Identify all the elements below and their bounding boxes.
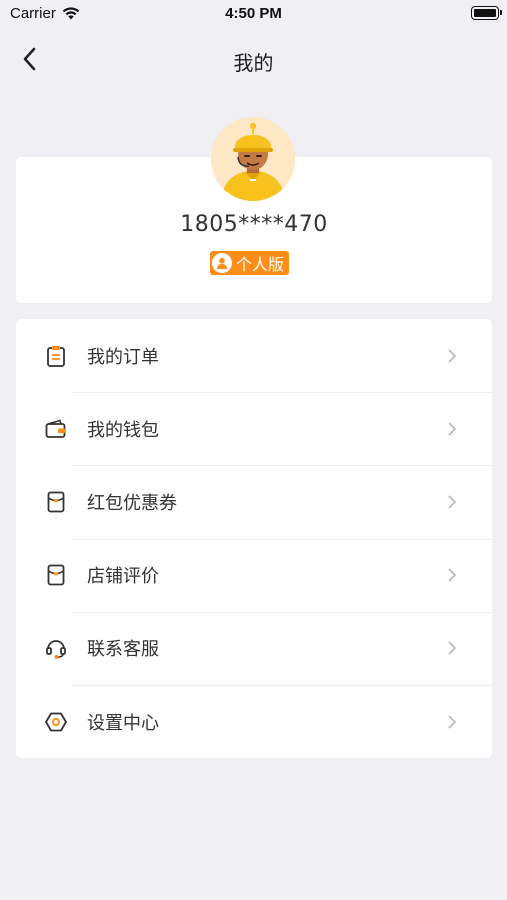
menu-list: 我的订单 我的钱包 红包优惠券 店铺评价 联系客服 设置中心 — [16, 319, 492, 758]
menu-item-label: 店铺评价 — [87, 566, 159, 588]
navigation-bar: 我的 — [0, 28, 507, 92]
order-clipboard-icon — [44, 344, 68, 368]
courier-avatar-illustration — [211, 117, 295, 201]
store-review-icon — [44, 563, 68, 587]
menu-item-orders[interactable]: 我的订单 — [16, 319, 492, 392]
chevron-right-icon — [448, 641, 457, 655]
menu-item-label: 设置中心 — [87, 712, 159, 734]
menu-item-customer-service[interactable]: 联系客服 — [16, 611, 492, 685]
menu-item-label: 红包优惠券 — [87, 492, 177, 514]
page-title: 我的 — [233, 51, 274, 75]
menu-item-label: 联系客服 — [87, 639, 159, 661]
menu-item-label: 我的订单 — [87, 346, 159, 368]
red-envelope-icon — [44, 490, 68, 514]
headset-icon — [44, 636, 68, 660]
menu-item-store-reviews[interactable]: 店铺评价 — [16, 538, 492, 612]
user-icon — [212, 253, 232, 273]
account-type-badge: 个人版 — [210, 251, 290, 275]
chevron-right-icon — [448, 422, 457, 436]
menu-item-label: 我的钱包 — [87, 419, 159, 441]
menu-item-settings[interactable]: 设置中心 — [16, 684, 492, 758]
phone-number: 1805****470 — [180, 212, 328, 237]
menu-item-coupons[interactable]: 红包优惠券 — [16, 465, 492, 538]
chevron-right-icon — [448, 714, 457, 729]
status-bar: Carrier 4:50 PM — [0, 0, 507, 28]
menu-item-wallet[interactable]: 我的钱包 — [16, 392, 492, 465]
chevron-right-icon — [448, 568, 457, 582]
wallet-icon — [44, 417, 68, 441]
settings-hexagon-icon — [44, 710, 68, 734]
status-time: 4:50 PM — [225, 5, 282, 22]
avatar[interactable] — [211, 117, 295, 201]
chevron-right-icon — [448, 349, 457, 363]
chevron-right-icon — [448, 495, 457, 509]
battery-icon — [471, 6, 502, 20]
badge-label: 个人版 — [236, 255, 285, 274]
